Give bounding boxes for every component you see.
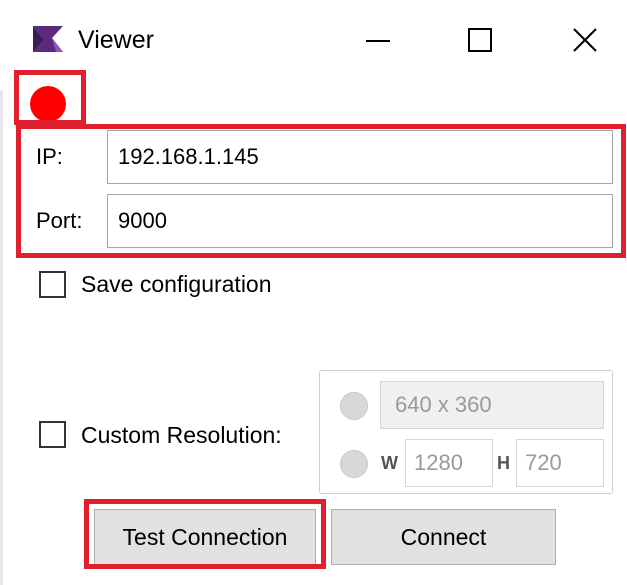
test-connection-highlight-frame [84, 499, 326, 569]
height-label: H [497, 453, 510, 473]
window-left-edge [0, 90, 3, 585]
minimize-button[interactable] [348, 18, 408, 62]
width-label: W [381, 453, 398, 473]
custom-resolution-label: Custom Resolution: [81, 422, 282, 448]
window-title: Viewer [78, 26, 154, 54]
save-configuration-label: Save configuration [81, 271, 272, 297]
close-icon [573, 28, 597, 52]
height-input[interactable]: 720 [516, 439, 604, 487]
connect-button[interactable]: Connect [331, 509, 556, 565]
maximize-icon [468, 28, 492, 52]
save-configuration-checkbox[interactable] [39, 271, 66, 298]
custom-resolution-checkbox[interactable] [39, 421, 66, 448]
close-button[interactable] [555, 18, 615, 62]
maximize-button[interactable] [450, 18, 510, 62]
app-logo-icon [30, 22, 66, 58]
connection-highlight-frame [16, 124, 626, 258]
preset-resolution-radio[interactable] [340, 392, 368, 420]
minimize-icon [366, 40, 390, 42]
preset-resolution-select[interactable]: 640 x 360 [380, 381, 604, 429]
custom-resolution-radio[interactable] [340, 450, 368, 478]
width-input[interactable]: 1280 [405, 439, 493, 487]
status-highlight-frame [14, 70, 86, 125]
